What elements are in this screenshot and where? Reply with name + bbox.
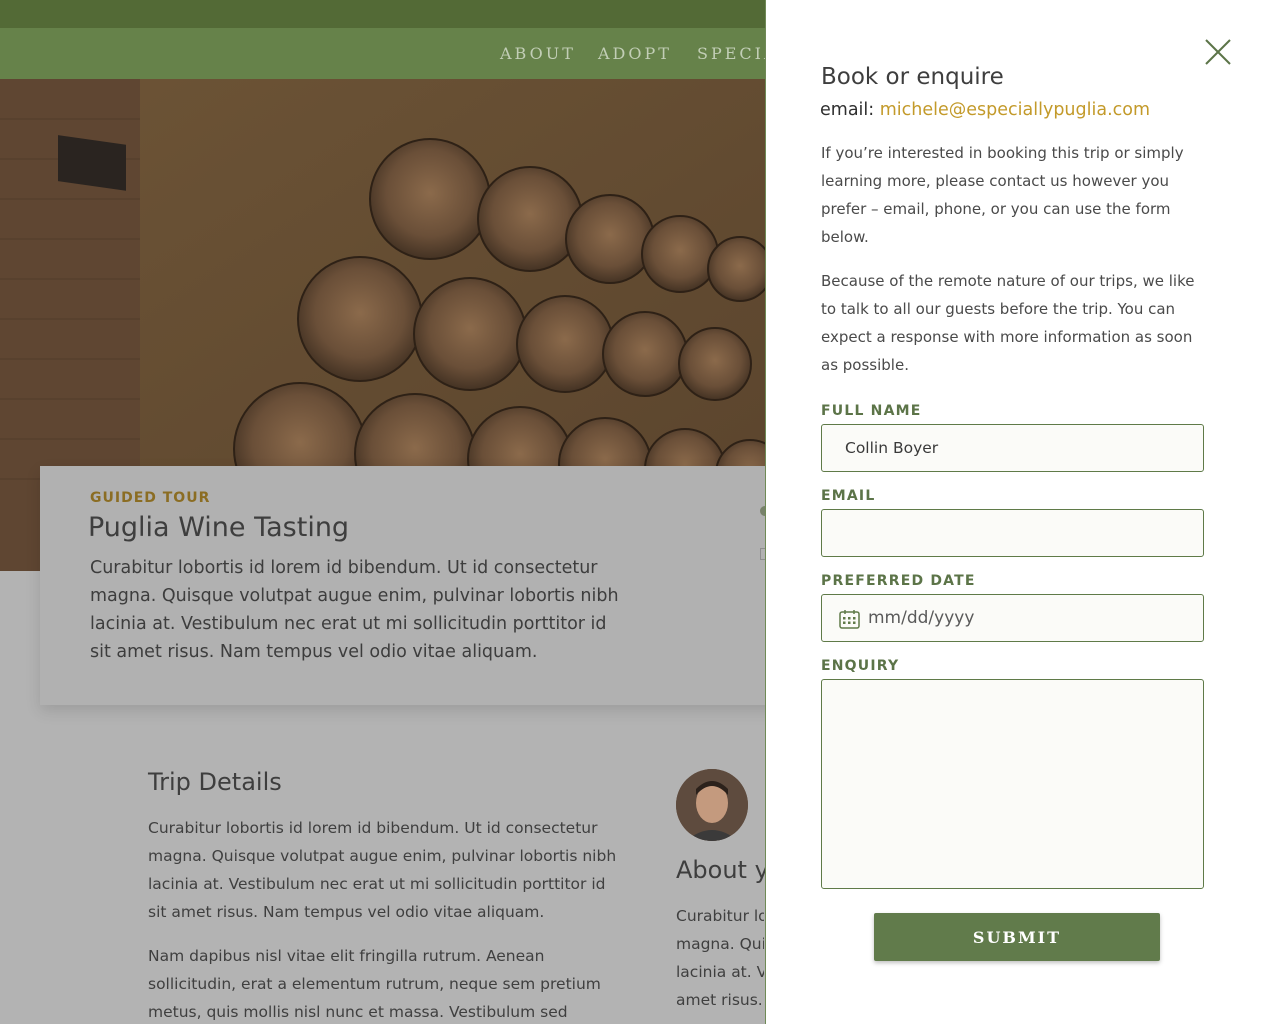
tour-description: Curabitur lobortis id lorem id bibendum.… [90,558,619,662]
contact-email-link[interactable]: michele@especiallypuglia.com [880,100,1150,120]
panel-title: Book or enquire [821,64,1004,90]
about-line: lacinia at. Ve [676,963,764,981]
nav-item-about[interactable]: ABOUT [500,44,576,63]
enquiry-textarea[interactable] [821,679,1204,889]
email-field-label: EMAIL [821,488,876,504]
preferred-date-label: PREFERRED DATE [821,573,976,589]
close-icon [1205,39,1231,65]
trip-details-paragraph: Nam dapibus nisl vitae elit fringilla ru… [148,947,601,1021]
about-line: magna. Quis [676,935,764,953]
tour-summary-card: GUIDED TOUR Puglia Wine Tasting Curabitu… [40,466,780,705]
tour-title: Puglia Wine Tasting [88,512,350,543]
close-panel-button[interactable] [1204,38,1232,66]
submit-button[interactable]: SUBMIT [874,913,1160,961]
intro-paragraph: Because of the remote nature of our trip… [821,272,1195,374]
tour-type-tag: GUIDED TOUR [90,490,211,506]
preferred-date-field[interactable] [821,594,1204,642]
guide-avatar [676,769,748,841]
booking-panel: Book or enquire email: michele@especiall… [765,0,1280,1024]
trip-details-heading: Trip Details [148,768,282,796]
contact-email-row: email: michele@especiallypuglia.com [820,100,1150,120]
about-guide-paragraph: Curabitur lo magna. Quis lacinia at. Ve … [676,902,764,1014]
nav-item-adopt[interactable]: ADOPT [598,44,672,63]
trip-details-paragraph: Curabitur lobortis id lorem id bibendum.… [148,819,617,921]
email-label: email: [820,100,875,120]
full-name-input[interactable] [821,424,1204,472]
about-guide-heading: About yo [676,856,766,884]
calendar-icon[interactable] [839,609,860,629]
preferred-date-input[interactable] [868,595,1188,641]
about-line: amet risus. N [676,991,764,1009]
enquiry-label: ENQUIRY [821,658,900,674]
email-input[interactable] [821,509,1204,557]
about-line: Curabitur lo [676,907,764,925]
full-name-label: FULL NAME [821,403,922,419]
intro-paragraph: If you’re interested in booking this tri… [821,144,1184,246]
